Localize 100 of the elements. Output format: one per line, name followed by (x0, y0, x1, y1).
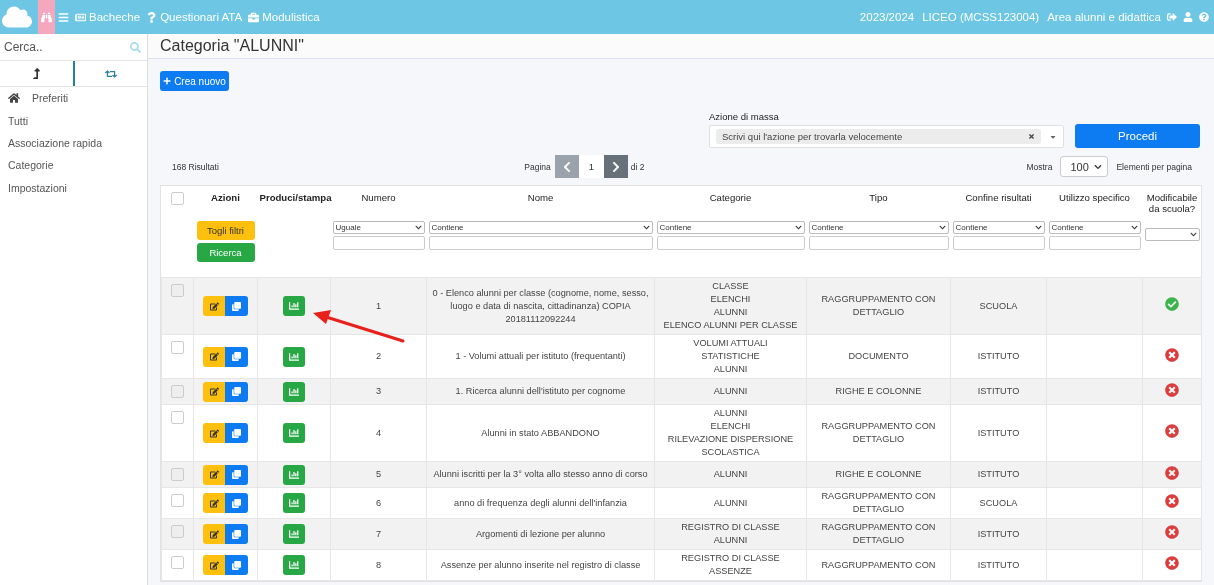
page-size-select[interactable]: 100 (1060, 156, 1109, 177)
header-info: LICEO (MCSS123004) (922, 11, 1040, 23)
filter-input[interactable] (952, 236, 1045, 250)
binoculars-button[interactable] (38, 0, 55, 34)
category-text: ALUNNI (712, 407, 749, 420)
category-text: ALUNNI (712, 306, 749, 319)
print-button[interactable] (283, 524, 305, 544)
table-cell: ISTITUTO (977, 386, 1020, 396)
create-button[interactable]: Crea nuovo (160, 71, 229, 91)
row-checkbox[interactable] (171, 525, 184, 538)
edit-button[interactable] (203, 423, 225, 443)
category-text: ELENCHI (709, 420, 752, 433)
checkbox[interactable] (171, 192, 184, 205)
table-cell: 1 (375, 300, 382, 311)
field-label: Azione di massa (709, 111, 780, 122)
table-cell: RAGGRUPPAMENTO CON (821, 559, 936, 570)
edit-button[interactable] (203, 346, 225, 367)
filter-input[interactable] (428, 236, 653, 250)
copy-icon (232, 560, 241, 570)
copy-button[interactable] (225, 464, 248, 485)
logout-icon[interactable] (1167, 12, 1177, 22)
header-info: Area alunni e didattica (1047, 11, 1161, 23)
sidebar-item[interactable]: Associazione rapida (0, 131, 147, 155)
edit-button[interactable] (203, 524, 225, 544)
sidebar-item[interactable]: Impostazioni (0, 176, 147, 199)
row-checkbox[interactable] (171, 556, 184, 569)
mass-action-select[interactable]: Scrivi qui l'azione per trovarla velocemente (709, 125, 1064, 148)
sidebar-item[interactable]: Categorie (0, 154, 147, 177)
table-cell: SCUOLA (979, 497, 1018, 508)
row-checkbox[interactable] (171, 494, 184, 507)
row-checkbox[interactable] (171, 284, 184, 297)
clear-filters-button[interactable]: Togli filtri (196, 221, 255, 240)
table-cell: 1. Ricerca alunni dell'istituto per cognome (455, 386, 626, 396)
filter-select[interactable]: Contiene (428, 221, 653, 234)
row-checkbox[interactable] (171, 411, 184, 424)
print-button[interactable] (283, 493, 305, 513)
print-button[interactable] (283, 555, 305, 575)
bar-chart-icon (289, 469, 299, 480)
edit-button[interactable] (203, 555, 225, 575)
filter-select[interactable]: Contiene (1048, 221, 1141, 234)
header-info: 2023/2024 (859, 11, 915, 23)
edit-button[interactable] (203, 493, 225, 513)
edit-button[interactable] (203, 464, 225, 485)
copy-button[interactable] (225, 346, 248, 367)
table-cell: 4 (375, 427, 382, 438)
copy-button[interactable] (225, 423, 248, 443)
help-icon[interactable] (1199, 12, 1209, 22)
show-label: Mostra (1026, 161, 1053, 172)
chevron-down-icon (1130, 224, 1138, 231)
table-cell: 8 (375, 559, 382, 570)
copy-button[interactable] (225, 381, 248, 402)
edit-icon (209, 352, 219, 361)
filter-input[interactable] (1048, 236, 1141, 250)
print-button[interactable] (283, 423, 305, 443)
sidebar-item[interactable]: Tutti (0, 109, 147, 132)
previous-page-button[interactable] (554, 155, 579, 178)
next-page-button[interactable] (603, 155, 628, 178)
row-checkbox[interactable] (171, 341, 184, 354)
edit-icon (209, 428, 219, 438)
filter-input[interactable] (656, 236, 805, 250)
edit-icon (209, 529, 219, 539)
print-button[interactable] (283, 296, 305, 316)
category-text: ELENCHI (709, 293, 752, 306)
filter-select[interactable]: Uguale (332, 221, 425, 234)
plus-icon (163, 77, 172, 85)
user-icon[interactable] (1183, 12, 1193, 22)
filter-input[interactable] (332, 236, 425, 250)
proceed-button[interactable]: Procedi (1075, 124, 1200, 148)
filter-select[interactable]: Contiene (808, 221, 949, 234)
filter-select[interactable] (1144, 228, 1200, 241)
copy-button[interactable] (225, 493, 248, 513)
row-checkbox[interactable] (171, 468, 184, 481)
copy-icon (232, 301, 241, 311)
filter-input[interactable] (808, 236, 949, 250)
table-cell: ISTITUTO (977, 528, 1020, 539)
category-text: VOLUMI ATTUALI (692, 337, 769, 350)
copy-icon (232, 498, 241, 508)
category-text: ALUNNI (712, 468, 749, 481)
chevron-down-icon (1034, 224, 1042, 231)
copy-button[interactable] (225, 296, 248, 316)
edit-button[interactable] (203, 296, 225, 316)
copy-button[interactable] (225, 555, 248, 575)
copy-icon (232, 529, 241, 539)
copy-button[interactable] (225, 524, 248, 544)
clear-icon[interactable] (1028, 133, 1035, 140)
row-checkbox[interactable] (171, 385, 184, 398)
print-button[interactable] (283, 346, 305, 367)
filter-select[interactable]: Contiene (952, 221, 1045, 234)
print-button[interactable] (283, 381, 305, 402)
filter-select[interactable]: Contiene (656, 221, 805, 234)
print-button[interactable] (283, 464, 305, 485)
column-header: Utilizzo specifico (1059, 192, 1130, 203)
table-cell: SCUOLA (979, 300, 1018, 311)
search-field[interactable]: Cerca.. (0, 34, 147, 61)
page-number[interactable]: 1 (578, 155, 604, 178)
column-header: Numero (361, 192, 396, 203)
column-header: Produci/stampa (259, 192, 332, 203)
sidebar-item[interactable]: Preferiti (32, 92, 69, 105)
binoculars-icon (41, 11, 52, 23)
edit-button[interactable] (203, 381, 225, 402)
